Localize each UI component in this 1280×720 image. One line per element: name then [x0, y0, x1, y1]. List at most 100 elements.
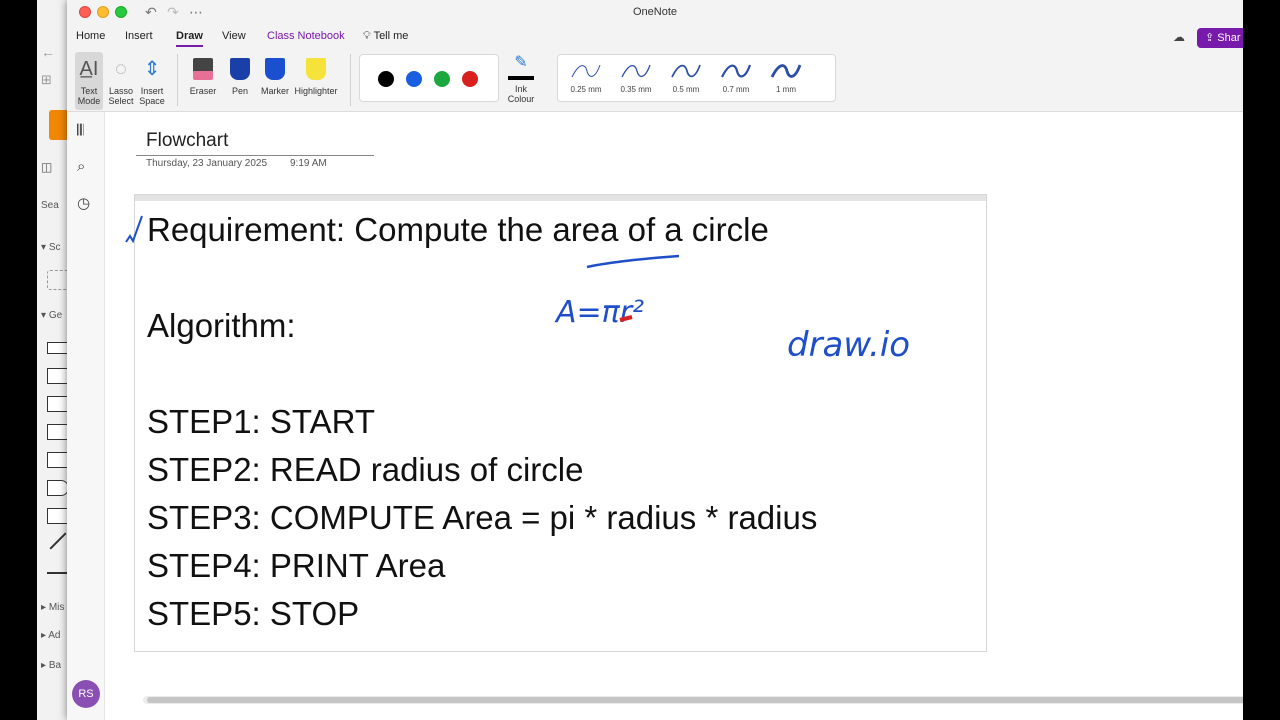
drawio-logo-icon: [49, 110, 69, 140]
share-button[interactable]: ⇪ Shar: [1197, 28, 1243, 48]
note-line-step5[interactable]: STEP5: STOP: [147, 595, 359, 633]
avatar[interactable]: RS: [72, 680, 100, 708]
shape-table[interactable]: [47, 424, 69, 440]
highlighter-button[interactable]: Highlighter: [291, 52, 341, 96]
marker-icon: [265, 58, 285, 80]
tab-draw[interactable]: Draw: [176, 30, 203, 47]
eraser-label: Eraser: [189, 86, 217, 96]
title-underline: [136, 155, 374, 156]
recent-clock-icon[interactable]: ◷: [77, 194, 90, 212]
bg-section-general[interactable]: ▾ Ge: [41, 310, 62, 321]
ink-pen-icon: ✎: [508, 55, 534, 80]
shape-connector[interactable]: [47, 572, 69, 574]
navigation-rail: 𝄃𝄃 ⌕ ◷ RS: [67, 112, 105, 720]
marker-button[interactable]: Marker: [257, 52, 293, 96]
page-time: 9:19 AM: [290, 158, 327, 169]
thickness-035-button[interactable]: 0.35 mm: [614, 59, 658, 94]
notebooks-icon[interactable]: 𝄃𝄃: [77, 122, 84, 139]
scrollbar-thumb[interactable]: [147, 697, 1243, 703]
shape-document[interactable]: [47, 452, 69, 468]
thickness-1-button[interactable]: 1 mm: [764, 59, 808, 94]
color-red-swatch[interactable]: [462, 71, 478, 87]
thickness-label: 0.25 mm: [570, 85, 602, 94]
stroke-sample-icon: [671, 64, 701, 78]
note-line-step1[interactable]: STEP1: START: [147, 403, 375, 441]
text-mode-button[interactable]: A̲I Text Mode: [75, 52, 103, 110]
back-icon[interactable]: ←: [41, 44, 55, 60]
bg-section-scratchpad[interactable]: ▾ Sc: [41, 242, 60, 253]
pen-button[interactable]: Pen: [227, 52, 253, 96]
thickness-label: 0.5 mm: [672, 85, 700, 94]
lasso-label: Lasso Select: [108, 86, 134, 106]
insert-space-button[interactable]: ⇕ Insert Space: [137, 52, 167, 106]
ribbon-separator: [177, 54, 178, 106]
lasso-select-button[interactable]: ◌ Lasso Select: [107, 52, 135, 106]
highlighter-icon: [306, 58, 326, 80]
panel-icon[interactable]: ◫: [41, 160, 52, 174]
bg-search-label[interactable]: Sea: [41, 200, 59, 211]
thickness-label: 1 mm: [776, 85, 796, 94]
thickness-panel: 0.25 mm 0.35 mm 0.5 mm 0.7 mm 1 mm: [557, 54, 836, 102]
lasso-icon: ◌: [115, 58, 127, 80]
shape-delay[interactable]: [47, 480, 69, 496]
bg-section-advanced[interactable]: ▸ Ad: [41, 630, 60, 641]
search-icon[interactable]: ⌕: [77, 158, 85, 175]
tab-insert[interactable]: Insert: [125, 30, 153, 42]
screen: ← ⊞ ◫ Sea ▾ Sc ▾ Ge ▸ Mis ▸ Ad ▸ Ba ↶ ↷ …: [0, 0, 1280, 720]
insert-space-icon: ⇕: [143, 58, 161, 80]
text-cursor-icon: A̲I: [79, 58, 99, 80]
note-container[interactable]: Requirement: Compute the area of a circl…: [134, 194, 987, 652]
shape-rectangle[interactable]: [47, 342, 69, 354]
tab-home[interactable]: Home: [76, 30, 105, 42]
page-date: Thursday, 23 January 2025: [146, 158, 268, 169]
title-bar: ↶ ↷ ⋯ OneNote: [67, 0, 1243, 26]
stroke-sample-icon: [621, 64, 651, 78]
bg-section-misc[interactable]: ▸ Mis: [41, 602, 64, 613]
shape-square[interactable]: [47, 368, 69, 384]
page-canvas[interactable]: Flowchart Thursday, 23 January 2025 9:19…: [105, 112, 1243, 708]
tell-me-button[interactable]: 💡︎ Tell me: [363, 30, 408, 43]
lightbulb-icon: 💡︎: [363, 30, 371, 42]
stroke-sample-icon: [571, 64, 601, 78]
note-line-requirement[interactable]: Requirement: Compute the area of a circl…: [147, 211, 769, 249]
share-label: Shar: [1217, 32, 1241, 44]
thickness-07-button[interactable]: 0.7 mm: [714, 59, 758, 94]
shape-hexagon[interactable]: [47, 396, 69, 412]
bg-section-basic[interactable]: ▸ Ba: [41, 660, 61, 671]
thickness-05-button[interactable]: 0.5 mm: [664, 59, 708, 94]
ribbon-separator: [350, 54, 351, 106]
highlighter-label: Highlighter: [294, 86, 338, 96]
draw-ribbon: A̲I Text Mode ◌ Lasso Select ⇕ Insert Sp…: [67, 48, 1243, 112]
grid-icon[interactable]: ⊞: [41, 72, 52, 88]
note-line-step2[interactable]: STEP2: READ radius of circle: [147, 451, 583, 489]
sync-cloud-icon[interactable]: ☁: [1173, 30, 1185, 44]
eraser-icon: [193, 58, 213, 80]
stroke-sample-icon: [770, 64, 802, 78]
tab-view[interactable]: View: [222, 30, 246, 42]
ink-colour-button[interactable]: ✎ Ink Colour: [503, 52, 539, 105]
note-line-algorithm[interactable]: Algorithm:: [147, 307, 296, 345]
shape-line[interactable]: [49, 532, 67, 550]
page-title[interactable]: Flowchart: [146, 130, 228, 152]
marker-label: Marker: [260, 86, 289, 96]
color-green-swatch[interactable]: [434, 71, 450, 87]
ribbon-tabs: Home Insert Draw View Class Notebook 💡︎ …: [67, 26, 1243, 48]
note-line-step4[interactable]: STEP4: PRINT Area: [147, 547, 445, 585]
onenote-window: ↶ ↷ ⋯ OneNote Home Insert Draw View Clas…: [67, 0, 1243, 720]
horizontal-scrollbar[interactable]: [143, 696, 1243, 704]
color-blue-swatch[interactable]: [406, 71, 422, 87]
note-line-step3[interactable]: STEP3: COMPUTE Area = pi * radius * radi…: [147, 499, 817, 537]
app-title: OneNote: [632, 6, 678, 18]
note-container-handle[interactable]: [135, 195, 986, 201]
tab-class-notebook[interactable]: Class Notebook: [267, 30, 345, 42]
text-mode-label: Text Mode: [77, 86, 101, 106]
pen-icon: [230, 58, 250, 80]
color-black-swatch[interactable]: [378, 71, 394, 87]
thickness-025-button[interactable]: 0.25 mm: [564, 59, 608, 94]
shape-list[interactable]: [47, 508, 69, 524]
pen-label: Pen: [231, 86, 248, 96]
eraser-button[interactable]: Eraser: [185, 52, 221, 96]
scratchpad-shape[interactable]: [47, 270, 69, 290]
ink-colour-label: Ink Colour: [507, 84, 535, 104]
insert-space-label: Insert Space: [139, 86, 165, 106]
